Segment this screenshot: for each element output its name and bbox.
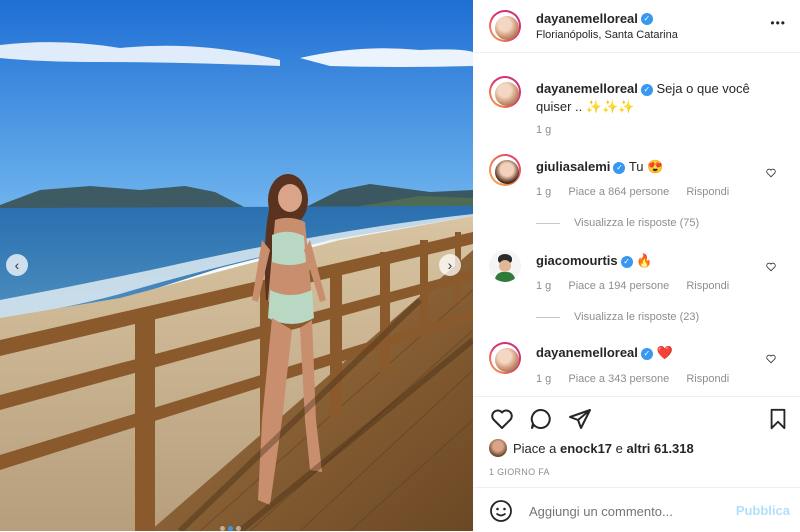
- commenter-avatar[interactable]: [489, 342, 521, 374]
- comment-username[interactable]: dayanemelloreal: [536, 345, 638, 360]
- verified-badge-icon: ✓: [640, 83, 653, 96]
- likes-prefix: Piace a: [513, 441, 557, 456]
- comment-like-heart-icon[interactable]: [766, 168, 776, 178]
- commenter-avatar[interactable]: [489, 154, 521, 186]
- carousel-dots: [220, 518, 241, 531]
- carousel-dot-active: [228, 526, 233, 531]
- comment-reply-button[interactable]: Rispondi: [686, 186, 729, 198]
- view-replies-label[interactable]: Visualizza le risposte (75): [574, 217, 699, 229]
- comment-emoji: 😍: [647, 159, 664, 174]
- comment-likes[interactable]: Piace a 343 persone: [568, 373, 669, 385]
- beach-photo: [0, 0, 473, 531]
- comment-like-heart-icon[interactable]: [766, 354, 776, 364]
- author-avatar[interactable]: [489, 10, 521, 42]
- comment-reply-button[interactable]: Rispondi: [686, 280, 729, 292]
- carousel-dot: [236, 526, 241, 531]
- likes-user[interactable]: enock17: [560, 441, 612, 456]
- post-timestamp[interactable]: 1 GIORNO FA: [489, 467, 550, 477]
- paper-plane-icon[interactable]: [567, 407, 593, 431]
- verified-badge-icon: ✓: [620, 255, 633, 268]
- verified-badge-icon: ✓: [640, 12, 653, 25]
- comment-like-heart-icon[interactable]: [766, 262, 776, 272]
- comment-meta: 1 g Piace a 194 persone Rispondi: [536, 280, 743, 292]
- carousel-dot: [220, 526, 225, 531]
- caption-avatar[interactable]: [489, 76, 521, 108]
- caption-time: 1 g: [536, 124, 552, 136]
- post-details-panel: dayanemelloreal ✓ Florianópolis, Santa Ca…: [473, 0, 800, 532]
- comment-emoji: ❤️: [656, 345, 673, 360]
- carousel-prev-button[interactable]: ‹: [6, 254, 28, 276]
- post-header: dayanemelloreal ✓ Florianópolis, Santa Ca…: [473, 0, 800, 53]
- comment-text: Tu: [628, 159, 644, 174]
- add-comment-bar: Pubblica: [473, 487, 800, 532]
- verified-badge-icon: ✓: [613, 161, 626, 174]
- likes-summary: Piace a enock17 e altri 61.318: [513, 441, 694, 456]
- publish-button[interactable]: Pubblica: [736, 503, 790, 518]
- caption-emoji: ✨✨✨: [585, 99, 635, 114]
- comment-time: 1 g: [536, 373, 552, 385]
- comment-time: 1 g: [536, 186, 552, 198]
- bookmark-icon[interactable]: [767, 407, 789, 431]
- caption-text-line1: Seja o que você: [656, 81, 750, 96]
- heart-icon[interactable]: [489, 407, 515, 431]
- comment-icon[interactable]: [528, 407, 554, 431]
- replies-divider: [536, 222, 560, 224]
- caption-username[interactable]: dayanemelloreal: [536, 81, 638, 96]
- comment-username[interactable]: giuliasalemi: [536, 159, 610, 174]
- comment-time: 1 g: [536, 280, 552, 292]
- more-options-icon[interactable]: •••: [770, 16, 786, 30]
- verified-badge-icon: ✓: [640, 347, 653, 360]
- view-replies-button[interactable]: Visualizza le risposte (75): [536, 217, 713, 229]
- comment-likes[interactable]: Piace a 864 persone: [568, 186, 669, 198]
- carousel-next-button[interactable]: ›: [439, 254, 461, 276]
- view-replies-label[interactable]: Visualizza le risposte (23): [574, 311, 699, 323]
- comment-meta: 1 g Piace a 343 persone Rispondi: [536, 373, 743, 385]
- comment-meta: 1 g Piace a 864 persone Rispondi: [536, 186, 743, 198]
- likes-others[interactable]: altri 61.318: [627, 441, 694, 456]
- view-replies-button[interactable]: Visualizza le risposte (23): [536, 311, 713, 323]
- comment-input[interactable]: [527, 500, 721, 522]
- replies-divider: [536, 316, 560, 318]
- comment-reply-button[interactable]: Rispondi: [686, 373, 729, 385]
- author-username[interactable]: dayanemelloreal: [536, 11, 638, 26]
- comment-likes[interactable]: Piace a 194 persone: [568, 280, 669, 292]
- post-photo[interactable]: ‹ ›: [0, 0, 473, 531]
- post-location[interactable]: Florianópolis, Santa Catarina: [536, 29, 678, 41]
- smiley-icon[interactable]: [489, 499, 513, 523]
- comment-emoji: 🔥: [636, 253, 653, 268]
- liker-avatar[interactable]: [489, 439, 507, 457]
- comment-username[interactable]: giacomourtis: [536, 253, 618, 268]
- caption-text-line2: quiser ..: [536, 99, 583, 114]
- likes-mid: e: [615, 441, 623, 456]
- commenter-avatar[interactable]: [489, 250, 521, 282]
